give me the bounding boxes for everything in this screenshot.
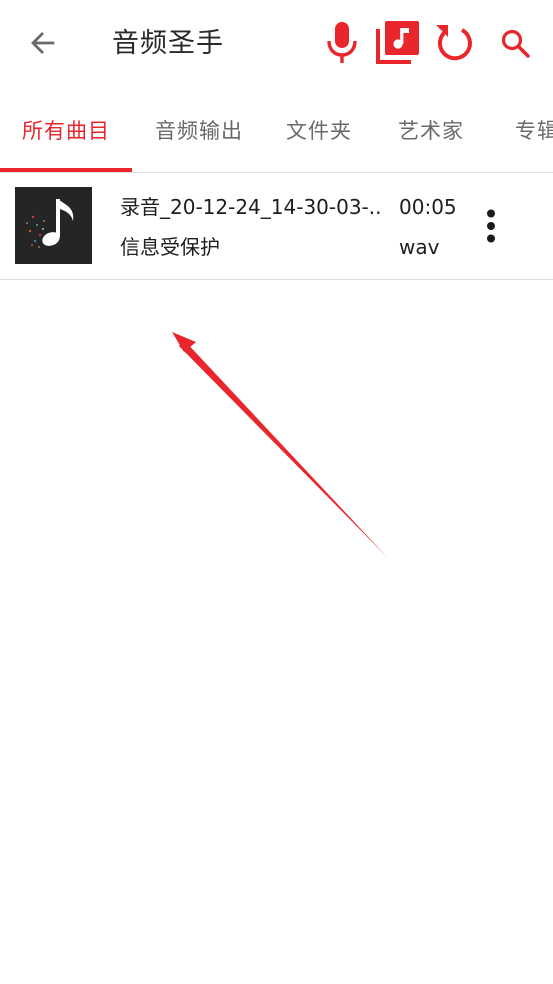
track-artist: 信息受保护 [120,235,220,259]
track-more-button[interactable] [474,203,508,249]
refresh-icon [436,25,472,61]
track-format: wav [399,235,440,259]
tab-audio-output[interactable]: 音频输出 [140,88,258,172]
back-button[interactable] [22,22,64,64]
track-duration: 00:05 [399,195,457,219]
more-vertical-icon [487,209,495,243]
music-library-button[interactable] [374,18,422,66]
track-row[interactable]: 录音_20-12-24_14-30-03-... 信息受保护 00:05 wav [0,173,553,280]
search-icon [501,29,530,58]
track-list: 录音_20-12-24_14-30-03-... 信息受保护 00:05 wav [0,173,553,280]
app-title: 音频圣手 [112,28,224,59]
tab-artists[interactable]: 艺术家 [384,88,478,172]
track-title: 录音_20-12-24_14-30-03-... [120,195,382,219]
search-button[interactable] [494,22,538,66]
music-note-icon [15,187,92,264]
refresh-button[interactable] [430,18,478,68]
active-tab-indicator [0,168,132,172]
arrow-left-icon [31,32,55,54]
tab-all-tracks[interactable]: 所有曲目 [0,88,132,172]
tab-bar: 所有曲目 音频输出 文件夹 艺术家 专辑 [0,88,553,173]
tab-albums[interactable]: 专辑 [515,88,553,172]
track-thumbnail [15,187,92,264]
app-bar: 音频圣手 [0,0,553,88]
music-library-icon [376,21,419,64]
tab-folders[interactable]: 文件夹 [272,88,366,172]
microphone-icon [327,22,357,63]
record-button[interactable] [320,18,364,68]
